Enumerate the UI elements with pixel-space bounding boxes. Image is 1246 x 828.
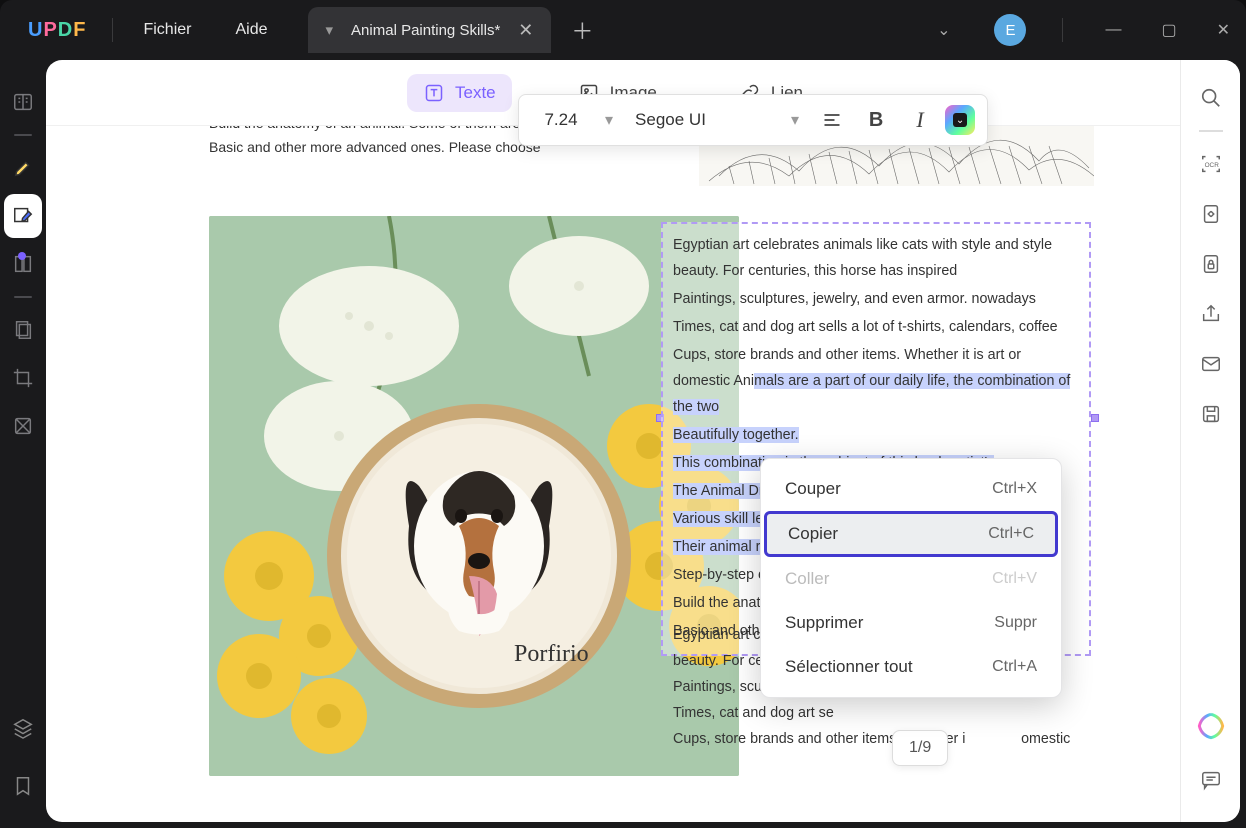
crop-tool-icon[interactable] xyxy=(4,356,42,400)
text-mode-button[interactable]: Texte xyxy=(407,74,512,112)
context-cut[interactable]: CouperCtrl+X xyxy=(761,467,1061,511)
tab-title: Animal Painting Skills* xyxy=(351,22,500,39)
tab-close-icon[interactable]: ✕ xyxy=(518,20,533,41)
font-size-dropdown-icon[interactable]: ▾ xyxy=(597,110,621,130)
tab-dropdown-icon[interactable]: ▾ xyxy=(326,21,334,39)
divider xyxy=(1062,18,1063,42)
ocr-icon[interactable]: OCR xyxy=(1193,146,1229,182)
close-window-button[interactable]: ✕ xyxy=(1211,16,1236,44)
italic-button[interactable]: I xyxy=(901,101,939,139)
context-menu: CouperCtrl+X CopierCtrl+C CollerCtrl+V S… xyxy=(760,458,1062,698)
ai-assistant-icon[interactable] xyxy=(1193,708,1229,744)
page-indicator[interactable]: 1/9 xyxy=(892,730,948,766)
text-color-picker[interactable]: ⌄ xyxy=(945,105,975,135)
chevron-down-icon[interactable]: ⌄ xyxy=(931,16,956,44)
organize-tool-icon[interactable] xyxy=(4,308,42,352)
context-copy[interactable]: CopierCtrl+C xyxy=(764,511,1058,557)
minimize-button[interactable]: — xyxy=(1099,17,1127,43)
comment-icon[interactable] xyxy=(1193,762,1229,798)
save-icon[interactable] xyxy=(1193,396,1229,432)
context-delete[interactable]: SupprimerSuppr xyxy=(761,601,1061,645)
share-icon[interactable] xyxy=(1193,296,1229,332)
protect-icon[interactable] xyxy=(1193,246,1229,282)
bookmark-icon[interactable] xyxy=(4,764,42,808)
divider xyxy=(112,18,113,42)
svg-text:OCR: OCR xyxy=(1204,162,1219,169)
text-icon xyxy=(423,82,445,104)
font-family-input[interactable] xyxy=(627,110,777,130)
redact-tool-icon[interactable] xyxy=(4,404,42,448)
layers-icon[interactable] xyxy=(4,706,42,750)
active-marker xyxy=(18,252,26,260)
align-icon[interactable] xyxy=(813,101,851,139)
selection-handle-right[interactable] xyxy=(1091,414,1099,422)
email-icon[interactable] xyxy=(1193,346,1229,382)
search-icon[interactable] xyxy=(1193,80,1229,116)
main-panel: Texte Image Lien xyxy=(46,60,1240,822)
bold-button[interactable]: B xyxy=(857,101,895,139)
left-toolbar xyxy=(0,60,46,828)
new-tab-button[interactable]: ＋ xyxy=(571,14,593,46)
context-select-all[interactable]: Sélectionner toutCtrl+A xyxy=(761,645,1061,689)
highlight-tool-icon[interactable] xyxy=(4,146,42,190)
text-format-toolbar: ▾ ▾ B I ⌄ xyxy=(518,94,988,146)
hero-caption: Porfirio xyxy=(514,641,589,667)
right-toolbar: OCR xyxy=(1180,60,1240,822)
document-area: Texte Image Lien xyxy=(46,60,1180,822)
convert-icon[interactable] xyxy=(1193,196,1229,232)
edit-tool-icon[interactable] xyxy=(4,194,42,238)
user-avatar[interactable]: E xyxy=(994,14,1026,46)
maximize-button[interactable]: ▢ xyxy=(1155,16,1182,44)
font-size-input[interactable] xyxy=(531,110,591,130)
context-paste: CollerCtrl+V xyxy=(761,557,1061,601)
app-logo: UPDF xyxy=(28,19,86,42)
titlebar: UPDF Fichier Aide ▾ Animal Painting Skil… xyxy=(0,0,1246,60)
font-family-dropdown-icon[interactable]: ▾ xyxy=(783,110,807,130)
reader-tool-icon[interactable] xyxy=(4,80,42,124)
document-tab[interactable]: ▾ Animal Painting Skills* ✕ xyxy=(308,7,552,53)
menu-help[interactable]: Aide xyxy=(213,21,289,39)
hero-image[interactable]: Porfirio xyxy=(209,216,739,776)
pages-tool-icon[interactable] xyxy=(4,242,42,286)
menu-file[interactable]: Fichier xyxy=(121,21,213,39)
